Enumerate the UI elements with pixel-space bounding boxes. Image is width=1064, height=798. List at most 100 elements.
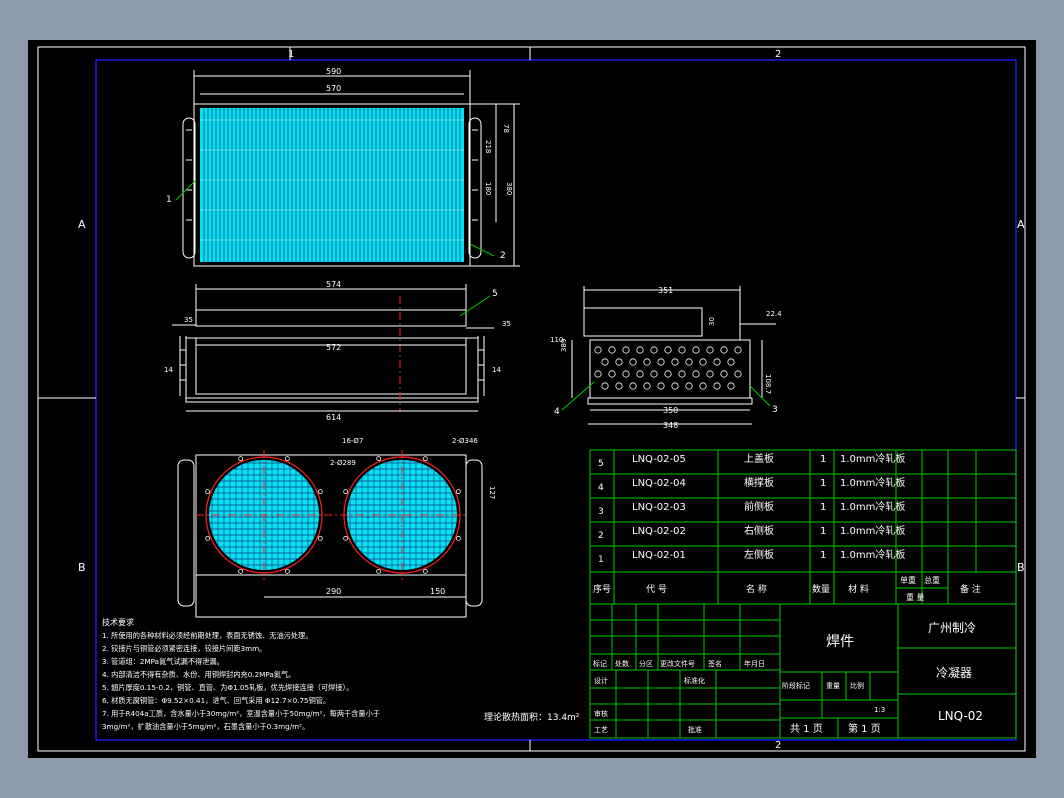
tb-pages-total: 共 1 页 (790, 723, 823, 735)
tb-product: 冷凝器 (936, 665, 972, 680)
header-unit-weight: 单重 (900, 575, 916, 585)
dim-end-389: 389 (560, 339, 568, 352)
tb-scale-value: 1:3 (874, 706, 885, 714)
header-qty: 数量 (812, 583, 830, 595)
parts-row-no: 4 (598, 483, 604, 493)
tb-process: 工艺 (594, 726, 608, 734)
parts-row-material: 1.0mm冷轧板 (840, 476, 905, 489)
dim-end-351: 351 (658, 286, 673, 295)
area-note: 理论散热面积：13.4m² (484, 711, 580, 723)
parts-row-code: LNQ-02-05 (632, 454, 686, 465)
parts-row-material: 1.0mm冷轧板 (840, 500, 905, 513)
dim-fan-150: 150 (430, 587, 445, 596)
notes-line-8: 3mg/m²，扩散油含量小于5mg/m²，石墨含量小于0.3mg/m²。 (102, 722, 309, 731)
callout-1: 1 (166, 195, 172, 205)
parts-row-code: LNQ-02-03 (632, 502, 686, 513)
dim-right-78: 78 (502, 124, 510, 133)
parts-row-qty: 1 (820, 478, 826, 489)
zone-col1: 1 (288, 49, 294, 60)
dim-end-30: 30 (708, 317, 716, 326)
zone-rowA-left: A (78, 218, 86, 231)
zone-col2-bottom: 2 (775, 740, 781, 751)
tb-stage-mark: 阶段标记 (782, 681, 810, 690)
notes-line-7: 7. 用于R404a工质，含水量小于30mg/m²，室温含量小于50mg/m²，… (102, 709, 380, 718)
parts-row-name: 左侧板 (744, 548, 774, 561)
parts-row-no: 1 (598, 555, 604, 565)
tb-approve: 批准 (688, 725, 702, 734)
parts-row-no: 5 (598, 459, 604, 469)
tb-design: 设计 (594, 676, 608, 685)
fan-holes-right: 2-Ø346 (452, 437, 478, 445)
dim-top-overall: 590 (326, 67, 341, 76)
tb-company: 广州制冷 (928, 621, 976, 635)
parts-row-name: 前侧板 (744, 500, 774, 513)
rev-date: 年月日 (744, 659, 765, 668)
header-weight: 重 量 (906, 592, 925, 602)
tb-page-no: 第 1 页 (848, 722, 881, 735)
rev-zone: 分区 (639, 659, 653, 668)
cad-drawing-canvas[interactable]: 1 2 2 A A B B 590 570 78 218 180 380 1 2… (0, 0, 1064, 798)
dim-end-348: 348 (663, 421, 678, 430)
dim-fan-127: 127 (488, 486, 496, 499)
parts-row-name: 上盖板 (744, 452, 774, 465)
parts-row-no: 3 (598, 507, 604, 517)
notes-line-4: 4. 内部清洁不得有杂质、水份、用铜焊封内充0.2MPa氮气。 (102, 670, 295, 679)
dim-end-350: 350 (663, 406, 678, 415)
zone-rowB-right: B (1017, 561, 1025, 574)
parts-row-no: 2 (598, 531, 604, 541)
dim-side-right-35: 35 (502, 320, 511, 328)
notes-line-3: 3. 管道组：2MPa氮气试漏不得泄漏。 (102, 657, 224, 666)
callout-3: 3 (772, 405, 778, 415)
zone-col2: 2 (775, 49, 781, 60)
header-code: 代 号 (646, 584, 667, 595)
rev-sign: 签名 (708, 659, 722, 668)
tb-review: 审核 (594, 709, 608, 718)
parts-row-name: 右侧板 (744, 524, 774, 537)
zone-rowA-right: A (1017, 218, 1025, 231)
callout-2: 2 (500, 251, 506, 261)
parts-row-name: 横撑板 (744, 476, 774, 489)
notes-title: 技术要求 (102, 617, 134, 627)
header-no: 序号 (593, 583, 611, 595)
dim-fan-290: 290 (326, 587, 341, 596)
parts-row-material: 1.0mm冷轧板 (840, 524, 905, 537)
header-remarks: 备 注 (960, 583, 981, 595)
dim-side-574: 574 (326, 280, 341, 289)
notes-line-5: 5. 翅片厚度0.15-0.2，铜管、直管、为Φ1.05轧板，优先焊接连接（可焊… (102, 683, 353, 692)
parts-row-code: LNQ-02-04 (632, 478, 686, 489)
zone-rowB-left: B (78, 561, 86, 574)
tb-weight: 重量 (826, 682, 840, 690)
dim-side-left-14: 14 (164, 366, 173, 374)
dim-side-left-35: 35 (184, 316, 193, 324)
parts-row-code: LNQ-02-02 (632, 526, 686, 537)
callout-4: 4 (554, 407, 560, 417)
tb-drawing-name: 焊件 (826, 634, 854, 650)
dim-right-218: 218 (484, 140, 492, 153)
parts-row-qty: 1 (820, 502, 826, 513)
parts-row-qty: 1 (820, 550, 826, 561)
dim-side-right-14: 14 (492, 366, 501, 374)
dim-end-224: 22.4 (766, 310, 782, 318)
parts-row-qty: 1 (820, 526, 826, 537)
notes-line-6: 6. 材质无腐铜管：Φ9.52×0.41，进气、回气采用 Φ12.7×0.75铜… (102, 696, 330, 705)
dim-right-180: 180 (484, 182, 492, 195)
tb-standardize: 标准化 (684, 676, 705, 685)
notes-line-2: 2. 铰接片与铜管必须紧密连接，铰接片间距3mm。 (102, 644, 266, 653)
header-name: 名 称 (746, 583, 767, 595)
rev-file: 更改文件号 (660, 659, 695, 668)
dim-right-380: 380 (505, 182, 513, 195)
fan-holes-mid: 2-Ø289 (330, 459, 356, 467)
rev-count: 处数 (615, 659, 629, 668)
tb-drawing-no: LNQ-02 (938, 709, 983, 723)
dim-side-572: 572 (326, 343, 341, 352)
callout-5: 5 (492, 289, 498, 299)
parts-row-code: LNQ-02-01 (632, 550, 686, 561)
tb-scale: 比例 (850, 681, 864, 690)
dim-top-inner: 570 (326, 84, 341, 93)
parts-row-material: 1.0mm冷轧板 (840, 548, 905, 561)
dim-end-1087: 108.7 (764, 374, 772, 394)
notes-line-1: 1. 所使用的各种材料必须经前期处理，表面无锈蚀、无油污处理。 (102, 631, 312, 640)
rev-mark: 标记 (593, 659, 607, 668)
header-material: 材 料 (848, 583, 869, 595)
header-total-weight: 总重 (924, 575, 940, 585)
